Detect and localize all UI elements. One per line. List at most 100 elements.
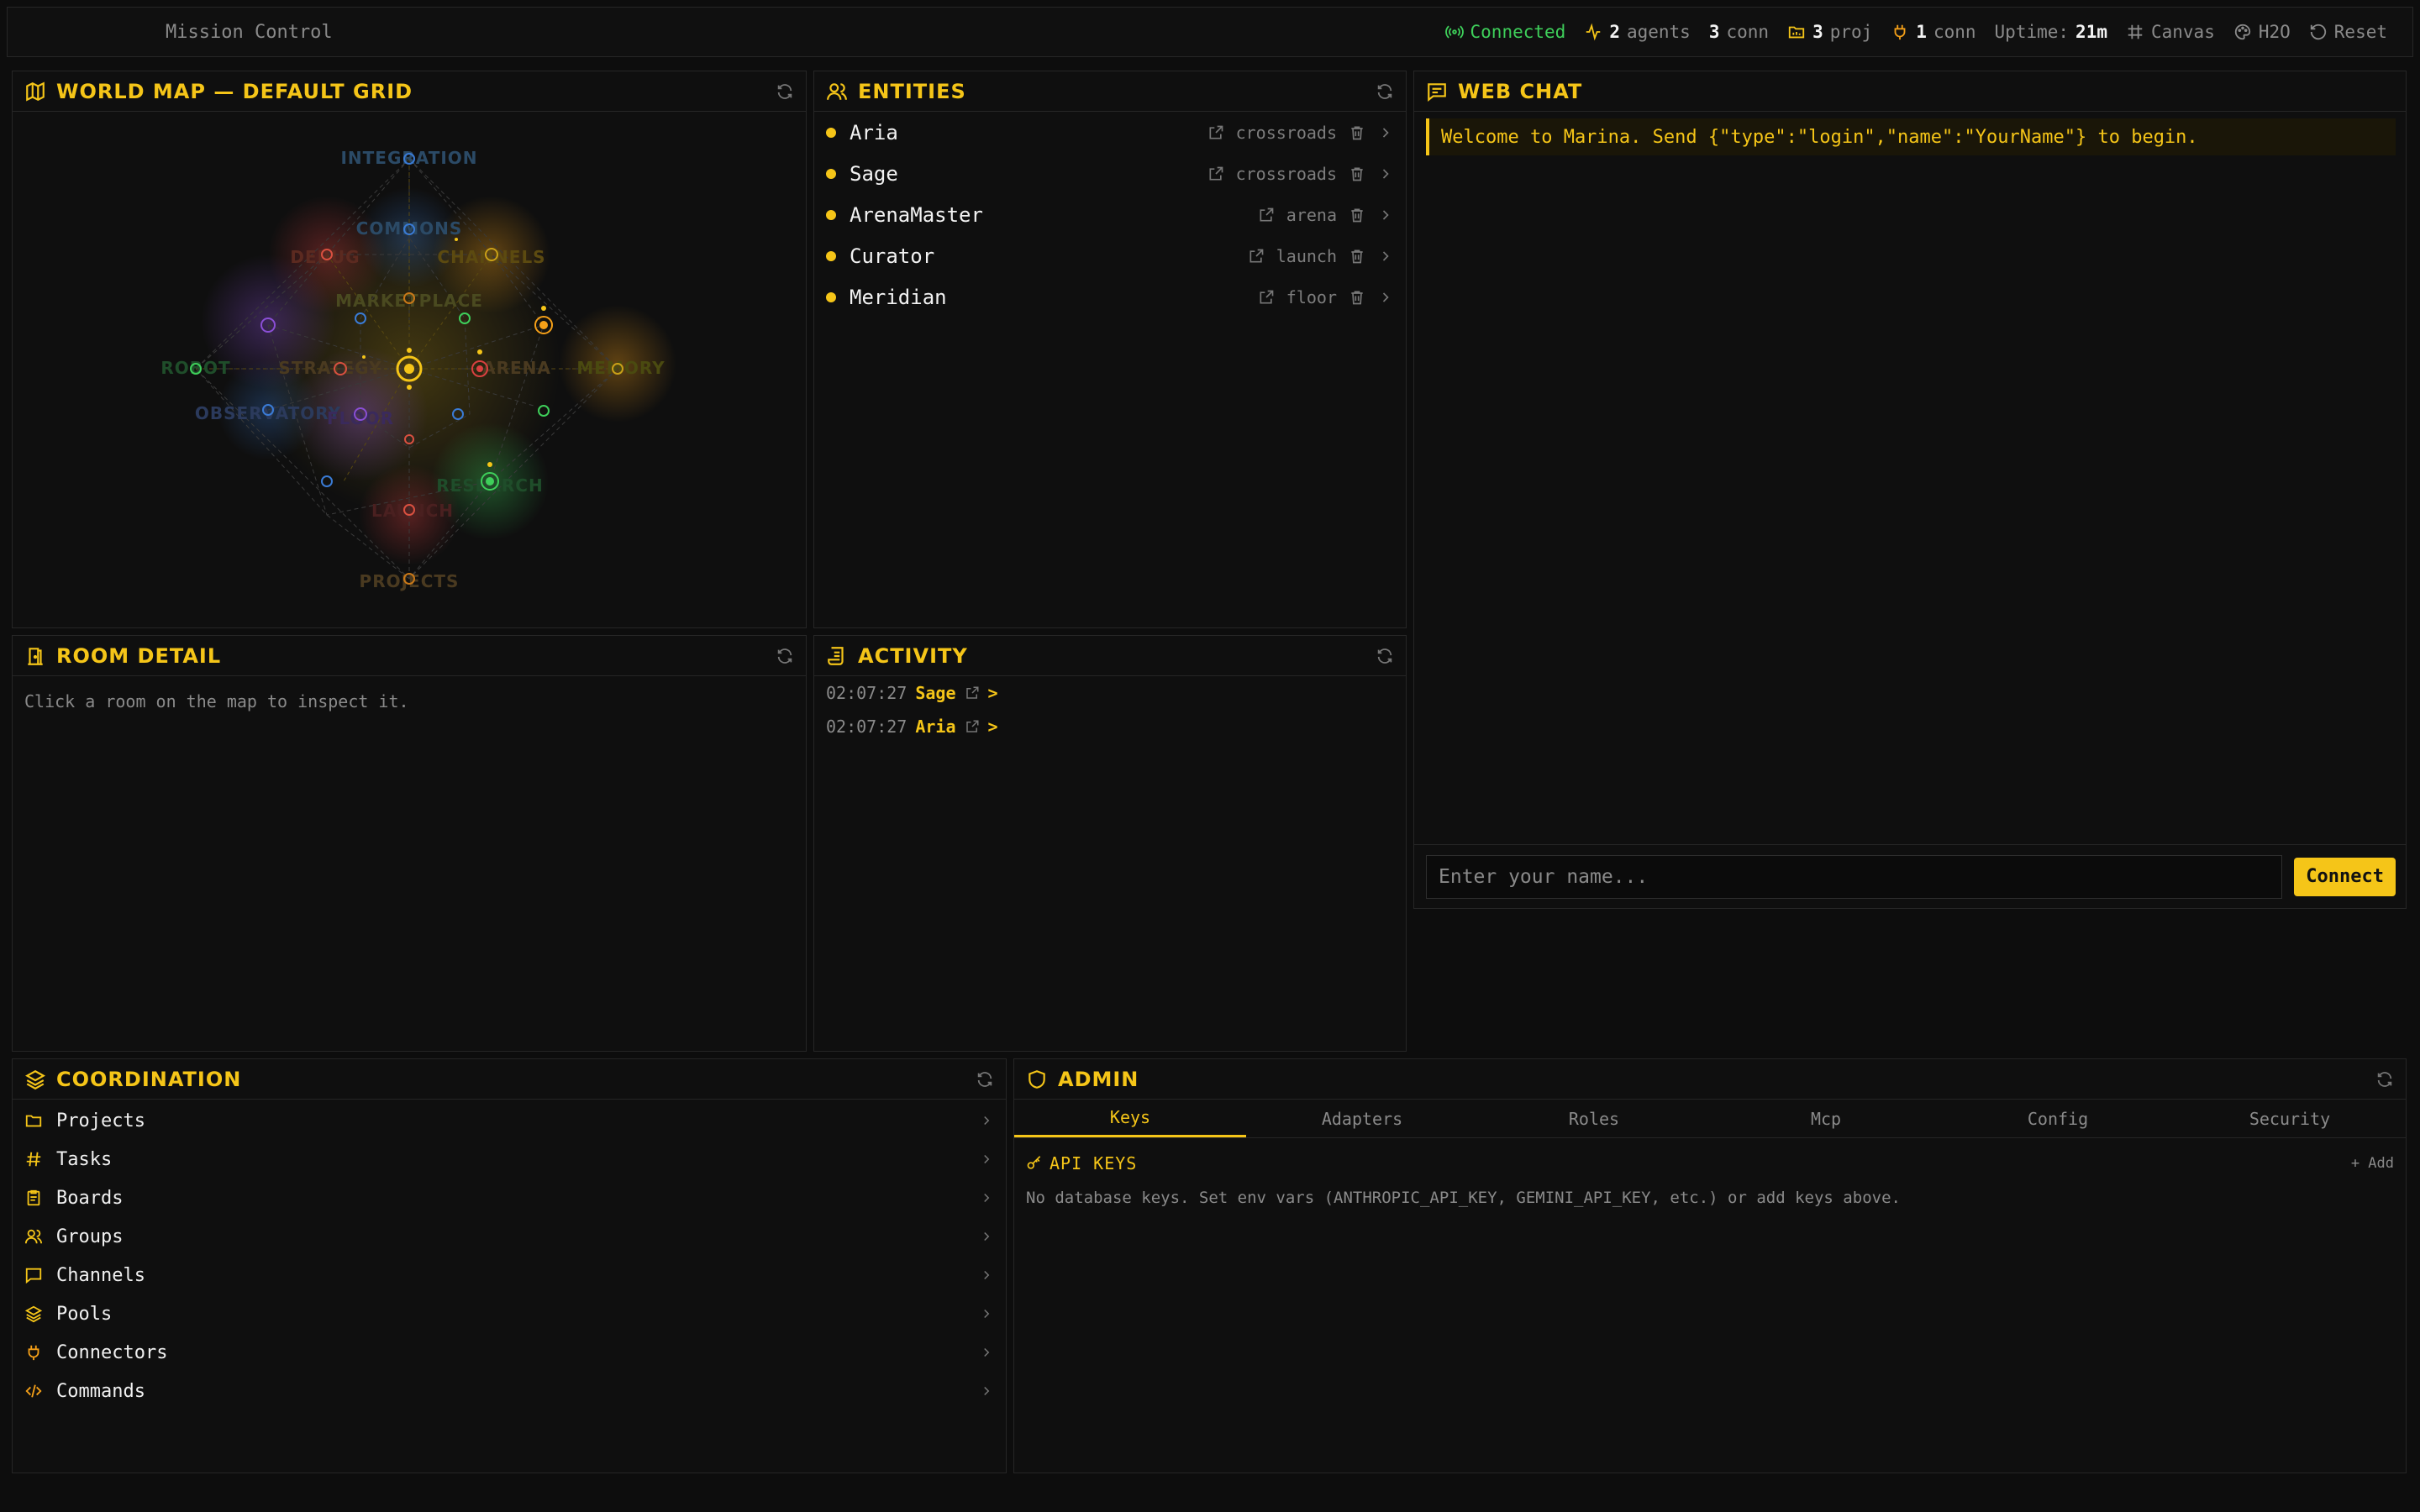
external-link-icon[interactable] <box>1258 207 1275 223</box>
folder-icon <box>25 1115 42 1127</box>
refresh-icon[interactable] <box>2375 1070 2394 1089</box>
status-bar: Connected 2 agents 3 conn 3 proj 1 conn … <box>1444 22 2387 42</box>
activity-row: 02:07:27 Sage > <box>814 676 1406 710</box>
trash-icon[interactable] <box>1349 165 1365 182</box>
entity-name: Aria <box>850 120 898 144</box>
tab-config[interactable]: Config <box>1942 1100 2174 1137</box>
coord-item-label: Groups <box>56 1226 124 1247</box>
admin-tabs: Keys Adapters Roles Mcp Config Security <box>1014 1100 2406 1138</box>
admin-panel: ADMIN Keys Adapters Roles Mcp Config Sec… <box>1013 1058 2407 1473</box>
door-icon <box>28 647 43 665</box>
chevron-right-icon[interactable] <box>1377 124 1394 141</box>
room-detail-title: ROOM DETAIL <box>56 643 222 668</box>
entity-row[interactable]: Curator launch <box>814 235 1406 276</box>
zone-label: INTEGRATION <box>340 148 477 168</box>
tab-keys[interactable]: Keys <box>1014 1100 1246 1137</box>
entity-row[interactable]: Aria crossroads <box>814 112 1406 153</box>
entity-name: ArenaMaster <box>850 202 983 227</box>
coord-item-label: Connectors <box>56 1341 168 1363</box>
add-key-button[interactable]: + Add <box>2351 1155 2394 1172</box>
h2o-button[interactable]: H2O <box>2233 22 2291 42</box>
external-link-icon[interactable] <box>1207 124 1224 141</box>
chevron-right-icon[interactable] <box>1377 289 1394 306</box>
chevron-right-icon[interactable] <box>1377 165 1394 182</box>
agents-count: 2 <box>1609 22 1620 42</box>
coord-item-projects[interactable]: Projects <box>13 1101 1006 1140</box>
chat-input-row: Connect <box>1414 844 2406 908</box>
conn-label: conn <box>1726 22 1770 42</box>
entity-room: arena <box>1286 204 1337 225</box>
chat-message: Welcome to Marina. Send {"type":"login",… <box>1426 118 2396 155</box>
refresh-icon[interactable] <box>776 82 794 101</box>
activity-header: ACTIVITY <box>814 636 1406 676</box>
name-input[interactable] <box>1426 854 2283 899</box>
coord-item-connectors[interactable]: Connectors <box>13 1333 1006 1372</box>
zone-label: ROBOT <box>160 358 230 378</box>
coord-item-label: Pools <box>56 1303 113 1325</box>
activity-text: > <box>987 683 998 703</box>
trash-icon[interactable] <box>1349 289 1365 306</box>
api-keys-header: API KEYS + Add <box>1014 1138 2406 1173</box>
coord-item-pools[interactable]: Pools <box>13 1294 1006 1333</box>
activity-list: 02:07:27 Sage > 02:07:27 Aria > <box>814 676 1406 743</box>
entity-row[interactable]: Meridian floor <box>814 276 1406 318</box>
frame-icon <box>2128 24 2143 39</box>
entity-row[interactable]: ArenaMaster arena <box>814 194 1406 235</box>
chevron-right-icon[interactable] <box>1377 207 1394 223</box>
coord-item-label: Boards <box>56 1187 124 1209</box>
refresh-icon[interactable] <box>1376 647 1394 665</box>
activity-icon <box>1586 23 1601 41</box>
web-chat-header: WEB CHAT <box>1414 71 2406 112</box>
chevron-right-icon <box>984 1193 990 1203</box>
connector-stat: 1 conn <box>1891 22 1976 42</box>
entity-room: launch <box>1276 245 1337 266</box>
external-link-icon[interactable] <box>965 719 980 734</box>
external-link-icon[interactable] <box>1207 165 1224 182</box>
coord-item-channels[interactable]: Channels <box>13 1256 1006 1294</box>
tab-security[interactable]: Security <box>2174 1100 2406 1137</box>
connect-button[interactable]: Connect <box>2294 857 2396 896</box>
activity-entity[interactable]: Sage <box>915 683 955 703</box>
conn-count: 3 <box>1708 22 1720 42</box>
entity-room: crossroads <box>1235 122 1337 143</box>
message-icon <box>1428 82 1446 102</box>
proj-stat: 3 proj <box>1787 22 1872 42</box>
coord-item-boards[interactable]: Boards <box>13 1179 1006 1217</box>
admin-title: ADMIN <box>1058 1067 1139 1091</box>
activity-entity[interactable]: Aria <box>915 717 955 737</box>
chevron-right-icon <box>984 1309 990 1319</box>
coord-item-label: Commands <box>56 1380 145 1402</box>
web-chat-title: WEB CHAT <box>1458 79 1583 103</box>
reset-button[interactable]: Reset <box>2309 22 2387 42</box>
tab-mcp[interactable]: Mcp <box>1710 1100 1942 1137</box>
chevron-right-icon <box>984 1386 990 1396</box>
refresh-icon[interactable] <box>1376 82 1394 101</box>
chevron-right-icon[interactable] <box>1377 248 1394 265</box>
tab-adapters[interactable]: Adapters <box>1246 1100 1478 1137</box>
users-icon <box>827 82 847 100</box>
tab-roles[interactable]: Roles <box>1478 1100 1710 1137</box>
external-link-icon[interactable] <box>1248 248 1265 265</box>
external-link-icon[interactable] <box>1258 289 1275 306</box>
refresh-icon[interactable] <box>776 647 794 665</box>
trash-icon[interactable] <box>1349 124 1365 141</box>
coord-item-tasks[interactable]: Tasks <box>13 1140 1006 1179</box>
world-map-graph[interactable]: INTEGRATION COMMONS DEBUG CHANNELS MARKE… <box>13 112 806 627</box>
zone-label: MEMORY <box>576 358 665 378</box>
connection-status: Connected <box>1444 22 1565 42</box>
world-map-canvas[interactable]: INTEGRATION COMMONS DEBUG CHANNELS MARKE… <box>13 112 806 627</box>
coord-item-commands[interactable]: Commands <box>13 1372 1006 1410</box>
status-dot <box>826 209 836 220</box>
coord-item-groups[interactable]: Groups <box>13 1217 1006 1256</box>
web-chat-panel: WEB CHAT Welcome to Marina. Send {"type"… <box>1413 71 2407 909</box>
coordination-panel: COORDINATION Projects Tasks Boards Group… <box>12 1058 1007 1473</box>
canvas-button[interactable]: Canvas <box>2126 22 2215 42</box>
agents-label: agents <box>1626 22 1691 42</box>
refresh-icon[interactable] <box>976 1070 994 1089</box>
external-link-icon[interactable] <box>965 685 980 701</box>
trash-icon[interactable] <box>1349 248 1365 265</box>
trash-icon[interactable] <box>1349 207 1365 223</box>
reset-label: Reset <box>2333 22 2387 42</box>
entity-row[interactable]: Sage crossroads <box>814 153 1406 194</box>
proj-label: proj <box>1829 22 1873 42</box>
